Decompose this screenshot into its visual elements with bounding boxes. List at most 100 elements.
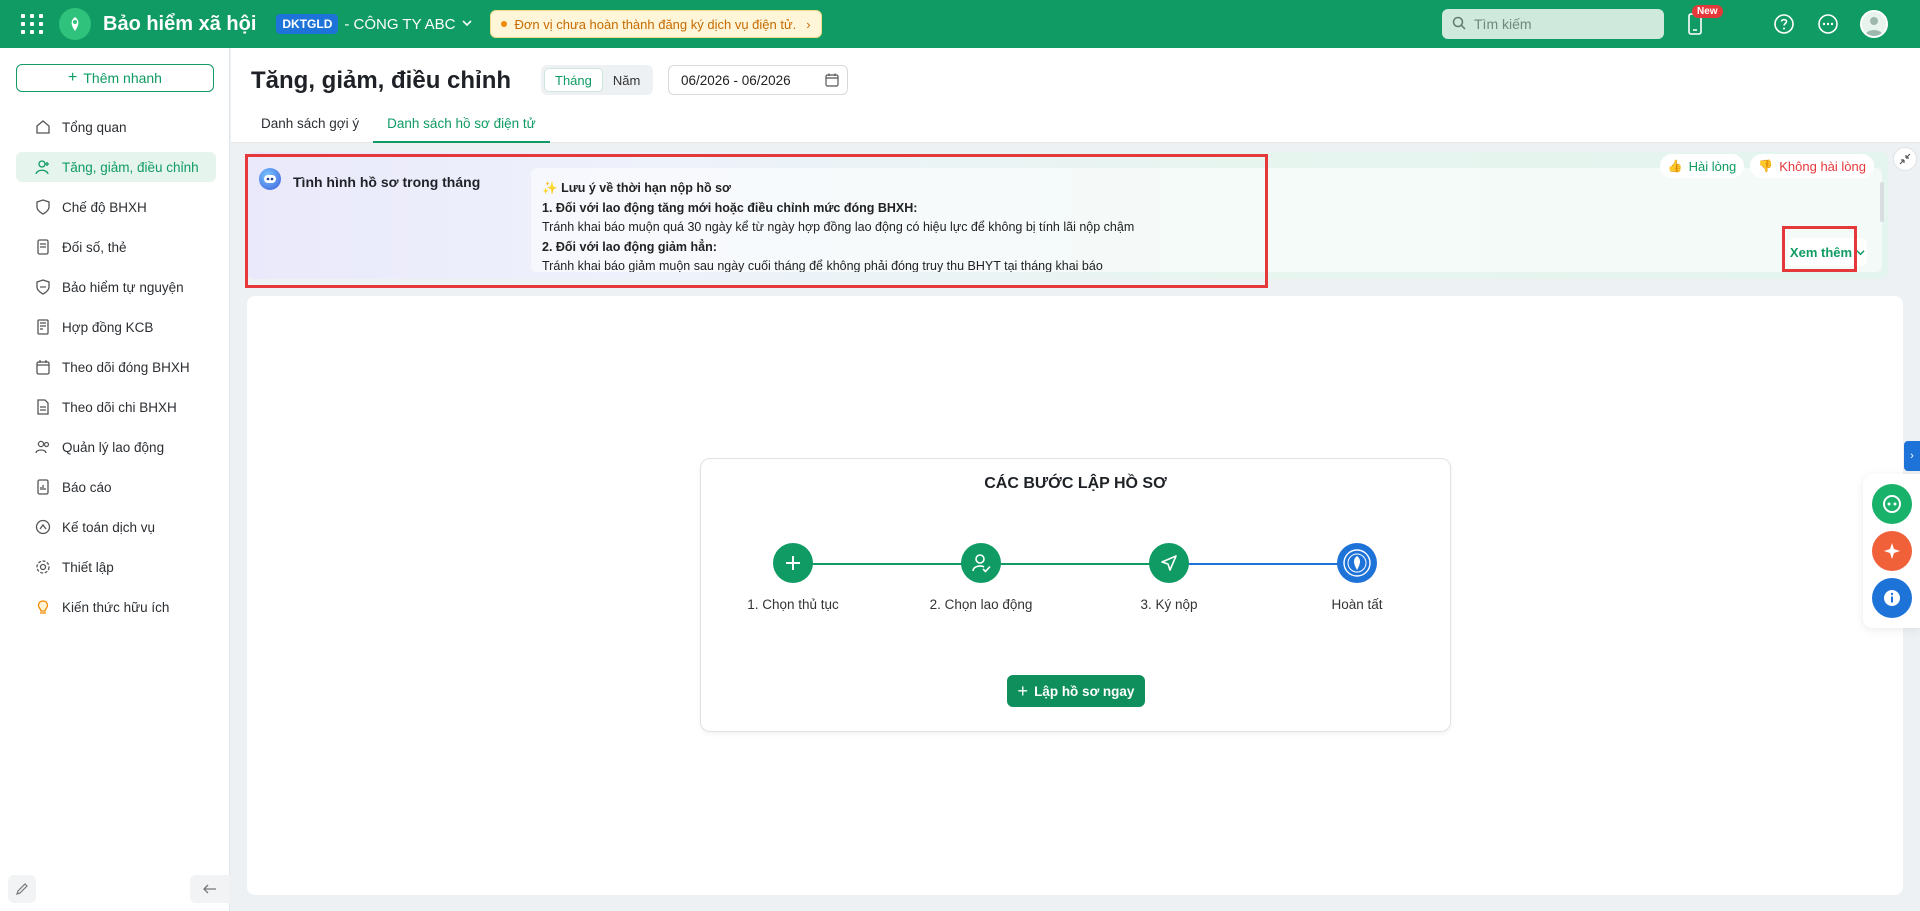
warning-dot-icon — [500, 21, 507, 27]
tab-bar: Danh sách gợi ý Danh sách hồ sơ điện tử — [247, 114, 550, 143]
avatar[interactable] — [1860, 10, 1888, 38]
steps-card: CÁC BƯỚC LẬP HỒ SƠ 1. Chọn thủ tục 2. Ch… — [700, 458, 1451, 732]
step-choose-labor: 2. Chọn lao động — [901, 543, 1061, 612]
vss-emblem-icon — [1337, 543, 1377, 583]
chevron-down-icon — [461, 17, 472, 31]
create-file-button[interactable]: + Lập hồ sơ ngay — [1007, 675, 1145, 707]
edit-icon[interactable] — [8, 875, 36, 903]
date-range-value: 06/2026 - 06/2026 — [681, 72, 791, 88]
sidebar-item-knowledge[interactable]: Kiến thức hữu ích — [16, 592, 216, 622]
sidebar-item-kcb[interactable]: Hợp đồng KCB — [16, 312, 216, 342]
help-icon[interactable] — [1772, 12, 1796, 36]
dislike-label: Không hài lòng — [1779, 158, 1866, 174]
page-title: Tăng, giảm, điều chỉnh — [251, 67, 512, 94]
sidebar-item-label: Bảo hiểm tự nguyện — [62, 279, 184, 295]
contract-icon — [34, 318, 52, 336]
deadline-note: ✨ Lưu ý về thời hạn nộp hồ sơ 1. Đối với… — [531, 168, 1882, 272]
sidebar-item-label: Đối số, thẻ — [62, 239, 127, 255]
sidebar-item-label: Kế toán dịch vụ — [62, 519, 156, 535]
calendar-icon — [825, 73, 839, 90]
report-icon — [34, 478, 52, 496]
note-heading-text: Lưu ý về thời hạn nộp hồ sơ — [561, 181, 731, 195]
send-icon — [1149, 543, 1189, 583]
notice-text: Đơn vị chưa hoàn thành đăng ký dịch vụ đ… — [514, 16, 797, 32]
shield-icon — [34, 278, 52, 296]
chevron-right-icon[interactable]: › — [1904, 441, 1920, 471]
sidebar-item-label: Chế độ BHXH — [62, 199, 147, 215]
users-icon — [34, 438, 52, 456]
step-label: 1. Chọn thủ tục — [747, 597, 839, 612]
new-badge: New — [1692, 5, 1723, 18]
period-month[interactable]: Tháng — [544, 68, 603, 92]
sidebar-item-overview[interactable]: Tổng quan — [16, 112, 216, 142]
company-name: - CÔNG TY ABC — [344, 15, 456, 33]
plus-icon — [773, 543, 813, 583]
sidebar-item-adjust[interactable]: Tăng, giảm, điều chỉnh — [16, 152, 216, 182]
user-check-icon — [961, 543, 1001, 583]
floating-tools — [1863, 474, 1920, 628]
minimize-icon[interactable] — [1893, 147, 1917, 171]
chevron-right-icon: › — [806, 16, 811, 32]
sidebar-item-label: Thiết lập — [62, 559, 114, 575]
bot-icon — [259, 168, 281, 190]
sidebar-item-label: Báo cáo — [62, 479, 112, 495]
dislike-button[interactable]: 👎 Không hài lòng — [1750, 154, 1874, 178]
document-track-icon — [34, 398, 52, 416]
user-adjust-icon — [34, 158, 52, 176]
note-line: Tránh khai báo giảm muộn sau ngày cuối t… — [542, 259, 1103, 272]
note-scrollbar[interactable] — [1880, 182, 1884, 222]
info-icon[interactable] — [1872, 578, 1912, 618]
note-heading: ✨ Lưu ý về thời hạn nộp hồ sơ — [542, 179, 1871, 199]
sidebar-item-settings[interactable]: Thiết lập — [16, 552, 216, 582]
period-toggle: Tháng Năm — [541, 65, 654, 95]
feedback-group: 👍 Hài lòng 👎 Không hài lòng — [1659, 154, 1874, 178]
accounting-icon — [34, 518, 52, 536]
chatbot-icon[interactable] — [1872, 484, 1912, 524]
more-icon[interactable] — [1816, 12, 1840, 36]
step-sign-submit: 3. Ký nộp — [1089, 543, 1249, 612]
steps-title: CÁC BƯỚC LẬP HỒ SƠ — [984, 475, 1167, 492]
sidebar-item-label: Theo dõi chi BHXH — [62, 399, 177, 415]
tab-electronic-files[interactable]: Danh sách hồ sơ điện tử — [373, 114, 550, 143]
sparkle-icon: ✨ — [542, 181, 558, 195]
sidebar-item-voluntary[interactable]: Bảo hiểm tự nguyện — [16, 272, 216, 302]
step-complete: Hoàn tất — [1277, 543, 1437, 612]
company-selector[interactable]: DKTGLD - CÔNG TY ABC — [276, 14, 472, 34]
sidebar-item-cards[interactable]: Đối số, thẻ — [16, 232, 216, 262]
quick-add-label: Thêm nhanh — [83, 70, 162, 86]
thumbs-down-icon: 👎 — [1758, 159, 1774, 173]
registration-notice[interactable]: Đơn vị chưa hoàn thành đăng ký dịch vụ đ… — [489, 10, 822, 38]
sidebar-item-label: Tăng, giảm, điều chỉnh — [62, 159, 199, 175]
note-line: Tránh khai báo muộn quá 30 ngày kể từ ng… — [542, 220, 1135, 234]
create-file-label: Lập hồ sơ ngay — [1034, 683, 1135, 699]
search-box[interactable] — [1442, 9, 1664, 39]
calendar-track-icon — [34, 358, 52, 376]
sidebar-item-track-spend[interactable]: Theo dõi chi BHXH — [16, 392, 216, 422]
sidebar-item-labor[interactable]: Quản lý lao động — [16, 432, 216, 462]
like-label: Hài lòng — [1688, 158, 1737, 174]
tab-suggestions[interactable]: Danh sách gợi ý — [247, 114, 373, 143]
collapse-sidebar-icon[interactable] — [190, 875, 230, 903]
plus-icon: + — [68, 69, 78, 86]
see-more-button[interactable]: Xem thêm — [1788, 238, 1867, 266]
sidebar-item-regime[interactable]: Chế độ BHXH — [16, 192, 216, 222]
date-range-picker[interactable]: 06/2026 - 06/2026 — [668, 65, 848, 95]
gear-icon — [34, 558, 52, 576]
sidebar-item-label: Kiến thức hữu ích — [62, 599, 170, 615]
apps-grid-icon[interactable] — [17, 9, 47, 39]
sidebar-item-track-pay[interactable]: Theo dõi đóng BHXH — [16, 352, 216, 382]
app-logo — [59, 8, 91, 40]
like-button[interactable]: 👍 Hài lòng — [1659, 154, 1745, 178]
sparkle-ai-icon[interactable] — [1872, 531, 1912, 571]
sidebar-item-label: Theo dõi đóng BHXH — [62, 359, 190, 375]
sidebar: + Thêm nhanh Tổng quan Tăng, giảm, điều … — [0, 48, 230, 911]
sidebar-nav: Tổng quan Tăng, giảm, điều chỉnh Chế độ … — [16, 112, 216, 632]
sidebar-item-accounting[interactable]: Kế toán dịch vụ — [16, 512, 216, 542]
see-more-label: Xem thêm — [1789, 244, 1853, 260]
quick-add-button[interactable]: + Thêm nhanh — [16, 64, 214, 92]
period-year[interactable]: Năm — [603, 68, 650, 92]
app-title: Bảo hiểm xã hội — [103, 12, 257, 35]
step-label: Hoàn tất — [1331, 597, 1383, 612]
search-input[interactable] — [1474, 16, 1654, 32]
sidebar-item-reports[interactable]: Báo cáo — [16, 472, 216, 502]
